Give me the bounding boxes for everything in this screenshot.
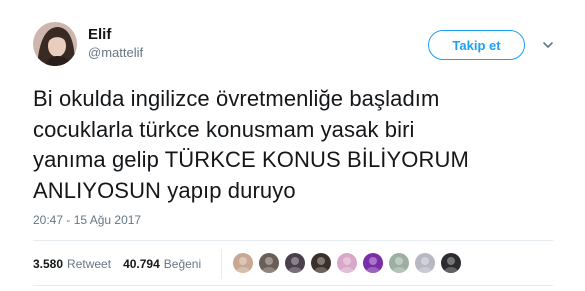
avatar[interactable] — [33, 22, 77, 66]
retweet-count: 3.580 — [33, 257, 64, 271]
liker-avatar-icon[interactable] — [388, 252, 410, 274]
retweet-stat[interactable]: 3.580 Retweet — [33, 256, 111, 272]
tweet-line: yanıma gelip TÜRKCE KONUS BİLİYORUM — [33, 147, 469, 172]
liker-avatar-icon[interactable] — [232, 252, 254, 274]
tweet-text: Bi okulda ingilizce övretmenliğe başladı… — [33, 84, 553, 206]
divider — [33, 240, 553, 241]
divider — [33, 285, 553, 286]
liker-avatar-icon[interactable] — [284, 252, 306, 274]
tweet-line: cocuklarla türkce konusmam yasak biri — [33, 116, 415, 142]
tweet-stats: 3.580 Retweet 40.794 Beğeni — [33, 256, 201, 272]
liker-avatar-icon[interactable] — [258, 252, 280, 274]
display-name[interactable]: Elif — [88, 26, 111, 44]
liker-avatar-icon[interactable] — [336, 252, 358, 274]
like-count: 40.794 — [123, 257, 160, 271]
tweet-line: Bi okulda ingilizce övretmenliğe başladı… — [33, 86, 440, 111]
liker-avatar-icon[interactable] — [362, 252, 384, 274]
liker-avatar-icon[interactable] — [440, 252, 462, 274]
like-label: Beğeni — [163, 257, 202, 271]
like-stat[interactable]: 40.794 Beğeni — [123, 256, 201, 272]
liker-avatar-icon[interactable] — [310, 252, 332, 274]
liker-avatar-icon[interactable] — [414, 252, 436, 274]
stats-separator — [221, 249, 222, 279]
tweet-line: ANLIYOSUN yapıp duruyo — [33, 177, 296, 203]
liker-avatars — [232, 252, 466, 274]
chevron-down-icon[interactable] — [541, 38, 555, 52]
profile-photo-icon — [33, 22, 77, 66]
timestamp[interactable]: 20:47 - 15 Ağu 2017 — [33, 212, 141, 228]
screen-name[interactable]: @mattelif — [88, 45, 143, 61]
follow-button[interactable]: Takip et — [428, 30, 525, 60]
retweet-label: Retweet — [67, 257, 112, 271]
